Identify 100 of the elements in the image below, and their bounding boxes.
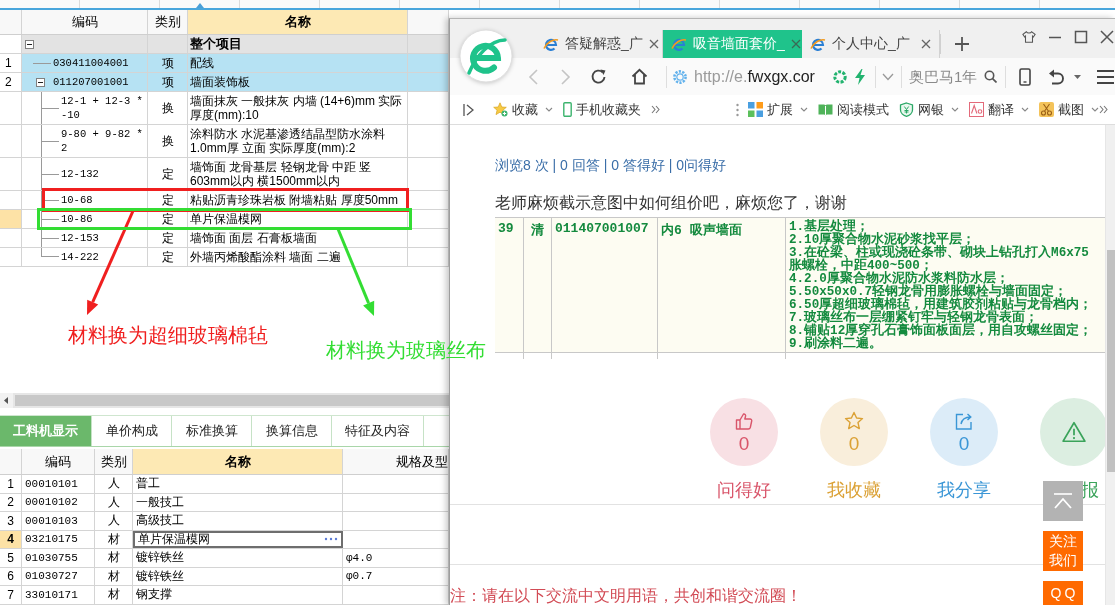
chevron-down-icon[interactable] (545, 107, 553, 112)
bookmark-item[interactable]: 手机收藏夹 (563, 100, 641, 119)
column-header[interactable]: 编码 (22, 10, 148, 34)
scrollbar-track[interactable] (1105, 125, 1115, 605)
row-number-cell[interactable]: 6 (0, 567, 22, 585)
row-number-cell[interactable]: 2 (0, 73, 22, 91)
tree-line (41, 125, 59, 157)
item-spec: φ0.7 (346, 570, 373, 583)
item-type: 换 (161, 134, 174, 148)
gear-icon (672, 68, 688, 85)
toolbar-item[interactable]: 扩展 (748, 100, 808, 119)
item-name: 镀锌铁丝 (136, 567, 184, 585)
item-type: 定 (161, 250, 174, 264)
book-icon (818, 102, 833, 117)
close-icon[interactable] (1100, 30, 1114, 44)
item-name: 镀锌铁丝 (136, 549, 184, 567)
column-header[interactable]: 名称 (188, 10, 408, 34)
address-field[interactable]: http://e.fwxgx.cor (672, 62, 832, 91)
chevron-down-icon[interactable] (1091, 107, 1099, 112)
action-label[interactable]: 问得好 (717, 478, 771, 502)
back-to-top-button[interactable] (1043, 481, 1083, 521)
item-code: 011407001007 (555, 221, 649, 236)
scrollbar-thumb[interactable] (1107, 250, 1115, 472)
column-header[interactable]: 名称 (133, 449, 343, 474)
scroll-left-icon[interactable] (0, 393, 13, 408)
aperture-icon[interactable] (833, 69, 847, 84)
item-type: 材 (107, 549, 120, 567)
menu-icon[interactable] (1097, 69, 1114, 84)
caret-icon[interactable] (1074, 74, 1081, 79)
item-name: 整个项目 (190, 37, 242, 51)
maximize-icon[interactable] (1074, 30, 1088, 44)
item-type: 项 (161, 75, 174, 89)
item-code: 9-80 + 9-82 * 2 (60, 127, 144, 156)
search-field[interactable]: 奥巴马1年 (909, 64, 983, 89)
annotation-text: 材料换为玻璃丝布 (326, 339, 486, 361)
collapse-icon[interactable] (36, 77, 45, 87)
favicon-icon (810, 36, 826, 52)
item-type: 项 (161, 56, 174, 70)
toolbar-item[interactable]: 截图 (1039, 100, 1099, 119)
item-name: 钢支撑 (136, 586, 172, 604)
item-code: 011207001001 (52, 75, 129, 90)
double-chevron-icon[interactable] (651, 105, 660, 114)
row-number-cell[interactable]: 1 (0, 54, 22, 72)
chevron-down-icon[interactable] (951, 107, 959, 112)
chevron-down-icon[interactable] (800, 107, 808, 112)
item-name: 粘贴沥青珍珠岩板 附墙粘贴 厚度50mm (190, 193, 398, 207)
item-type: 定 (161, 231, 174, 245)
collapse-icon[interactable] (25, 39, 34, 49)
reload-icon[interactable] (590, 68, 607, 85)
item-name: 外墙丙烯酸酯涂料 墙面 二遍 (190, 250, 341, 264)
drag-handle-icon[interactable] (736, 102, 739, 117)
row-number-cell[interactable] (0, 210, 22, 228)
double-chevron-icon[interactable] (1099, 105, 1108, 114)
item-name: 墙面抹灰 一般抹灰 内墙 (14+6)mm 实际厚度(mm):10 (190, 94, 404, 122)
item-code: 030411004001 (52, 56, 129, 71)
phone-icon[interactable] (1019, 67, 1031, 86)
sidebar-toggle-icon[interactable] (463, 102, 474, 117)
toolbar-item[interactable]: 翻译 (969, 100, 1029, 119)
item-name: 内6 吸声墙面 (661, 223, 742, 238)
row-number-cell[interactable]: 2 (0, 493, 22, 511)
column-header[interactable]: 编码 (22, 449, 95, 474)
search-icon[interactable] (984, 70, 997, 83)
close-icon[interactable] (921, 39, 931, 49)
item-name: 普工 (136, 475, 160, 493)
chevron-down-icon[interactable] (882, 72, 894, 81)
letter-tile-icon (969, 102, 984, 117)
row-number-cell[interactable]: 1 (0, 475, 22, 493)
scrollbar-track[interactable] (0, 393, 449, 408)
home-icon[interactable] (631, 68, 648, 85)
scissors-icon (1039, 102, 1054, 117)
item-name: 配线 (190, 56, 214, 70)
close-icon[interactable] (648, 39, 659, 49)
plus-icon[interactable] (955, 37, 969, 51)
scrollbar-thumb[interactable] (15, 395, 449, 406)
close-icon[interactable] (790, 39, 801, 49)
lightning-icon[interactable] (855, 68, 865, 85)
chevron-down-icon[interactable] (1021, 107, 1029, 112)
item-type: 材 (107, 586, 120, 604)
row-number-cell[interactable]: 5 (0, 549, 22, 567)
cell-editor[interactable]: 单片保温模网 (133, 530, 343, 548)
undo-icon[interactable] (1048, 68, 1065, 85)
toolbar-item[interactable]: 网银 (899, 100, 959, 119)
shirt-icon[interactable] (1022, 30, 1036, 44)
item-type: 人 (107, 512, 120, 530)
toolbar-item[interactable]: 阅读模式 (818, 100, 889, 119)
tree-line (41, 92, 59, 124)
question-text: 老师麻烦截示意图中如何组价吧，麻烦您了，谢谢 (495, 193, 847, 213)
item-type: 人 (107, 493, 120, 511)
phone-icon (563, 102, 572, 117)
row-number-cell[interactable]: 7 (0, 586, 22, 604)
shield-icon (899, 102, 914, 117)
item-name: 墙饰面 面层 石膏板墙面 (190, 231, 317, 245)
item-name: 墙面装饰板 (190, 75, 250, 89)
tree-line (41, 210, 59, 228)
bookmark-item[interactable]: 收藏 (493, 100, 553, 119)
item-code: 12-132 (60, 167, 99, 182)
row-number-cell[interactable] (0, 35, 22, 53)
row-number-cell[interactable]: 3 (0, 512, 22, 530)
more-icon[interactable] (324, 537, 338, 542)
item-type: 清 (531, 223, 544, 238)
